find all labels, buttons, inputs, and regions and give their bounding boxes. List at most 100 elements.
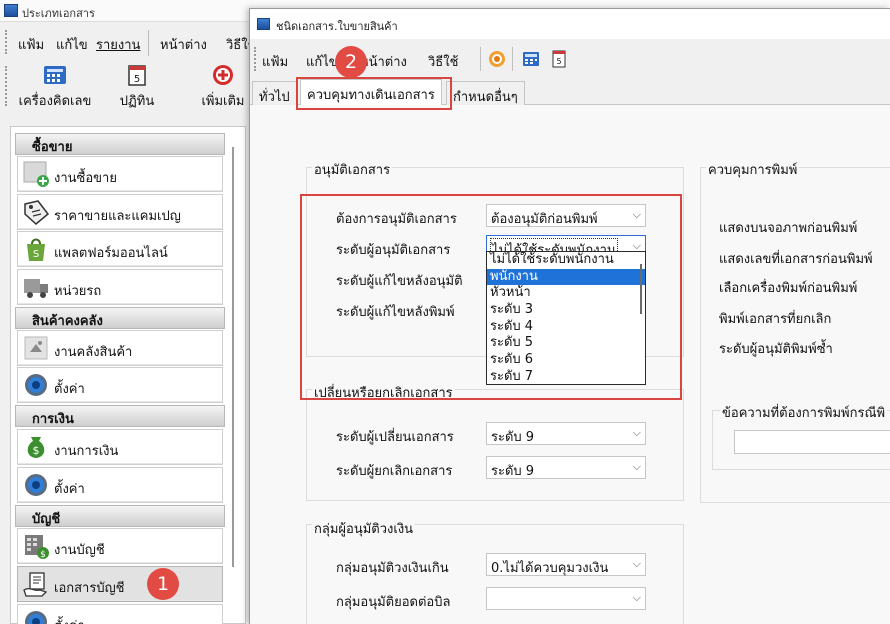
svg-text:$: $ bbox=[33, 444, 40, 457]
nav-item-price-campaign[interactable]: ราคาขายและแคมเปญ bbox=[17, 194, 223, 230]
credit-approval-group-title: กลุ่มผู้อนุมัติวงเงิน bbox=[312, 518, 416, 539]
settings-icon bbox=[25, 611, 47, 624]
nav-item-label: งานคลังสินค้า bbox=[54, 345, 133, 360]
svg-text:5: 5 bbox=[556, 57, 561, 66]
document-hand-icon bbox=[23, 572, 48, 597]
doc-titlebar: ชนิดเอกสาร.ใบขายสินค้า bbox=[250, 9, 890, 39]
nav-scrollbar-thumb[interactable] bbox=[232, 147, 234, 567]
menu-report[interactable]: รายงาน bbox=[96, 34, 140, 55]
more-label: เพิ่มเติม bbox=[201, 94, 245, 109]
calendar-icon: 5 bbox=[128, 65, 146, 86]
nav-item-sales-work[interactable]: งานซื้อขาย bbox=[17, 156, 223, 192]
tab-other-settings[interactable]: กำหนดอื่นๆ bbox=[446, 81, 525, 105]
nav-item-label: ตั้งค่า bbox=[54, 382, 85, 397]
nav-item-label: ราคาขายและแคมเปญ bbox=[54, 209, 181, 224]
menu-edit[interactable]: แก้ไข bbox=[56, 34, 88, 55]
menu-file[interactable]: แฟ้ม bbox=[18, 34, 44, 55]
menu-separator bbox=[148, 30, 149, 56]
nav-item-label: ตั้งค่า bbox=[54, 615, 85, 624]
tab-content: อนุมัติเอกสาร ต้องการอนุมัติเอกสาร ต้องอ… bbox=[250, 105, 890, 624]
main-toolbar: เครื่องคิดเลข 5 ปฏิทิน เพิ่มเติม bbox=[0, 62, 260, 114]
app-icon bbox=[257, 18, 270, 30]
doc-menu-edit[interactable]: แก้ไข bbox=[306, 51, 338, 72]
nav-panel: ซื้อขาย งานซื้อขาย ราคาขายและแคมเปญ S แพ… bbox=[10, 126, 246, 624]
ledger-icon: $ bbox=[25, 535, 49, 560]
menu-window[interactable]: หน้าต่าง bbox=[160, 34, 207, 55]
credit-over-label: กลุ่มอนุมัติวงเงินเกิน bbox=[336, 561, 449, 576]
document-type-window: ชนิดเอกสาร.ใบขายสินค้า แฟ้ม แก้ไข หน้าต่… bbox=[249, 8, 890, 624]
print-message-input[interactable] bbox=[734, 430, 890, 454]
calendar-button[interactable]: 5 ปฏิทิน bbox=[112, 62, 162, 112]
nav-item-truck-unit[interactable]: หน่วยรถ bbox=[17, 269, 223, 305]
calendar-label: ปฏิทิน bbox=[119, 94, 155, 109]
calculator-icon[interactable] bbox=[522, 50, 540, 68]
doc-window-title: ชนิดเอกสาร.ใบขายสินค้า bbox=[276, 20, 398, 33]
approve-group-title: อนุมัติเอกสาร bbox=[312, 159, 393, 180]
menubar-grip[interactable] bbox=[254, 47, 258, 71]
highlight-tab-box bbox=[296, 77, 452, 110]
menu-separator bbox=[512, 47, 513, 71]
change-level-value: ระดับ 9 bbox=[491, 430, 535, 445]
nav-item-label: ตั้งค่า bbox=[54, 482, 85, 497]
calendar-icon[interactable]: 5 bbox=[550, 50, 568, 68]
cancel-level-combo[interactable]: ระดับ 9 ⌵ bbox=[486, 456, 646, 479]
highlight-approve-box bbox=[300, 194, 682, 400]
nav-item-label: หน่วยรถ bbox=[54, 284, 102, 299]
print-control-row: แสดงบนจอภาพก่อนพิมพ์ bbox=[719, 221, 858, 236]
toolbar-grip[interactable] bbox=[5, 66, 9, 106]
app-icon bbox=[4, 4, 18, 17]
nav-item-label: แพลตฟอร์มออนไลน์ bbox=[54, 246, 168, 261]
main-menubar: แฟ้ม แก้ไข รายงาน หน้าต่าง วิธีใช้ bbox=[0, 24, 260, 62]
print-message-label: ข้อความที่ต้องการพิมพ์กรณีพิ bbox=[720, 402, 888, 423]
print-control-row: แสดงเลขที่เอกสารก่อนพิมพ์ bbox=[719, 252, 873, 267]
menubar-grip[interactable] bbox=[5, 30, 9, 54]
chevron-down-icon[interactable]: ⌵ bbox=[633, 591, 641, 605]
more-button[interactable]: เพิ่มเติม bbox=[190, 62, 256, 112]
print-control-row: เลือกเครื่องพิมพ์ก่อนพิมพ์ bbox=[719, 281, 858, 296]
nav-group-finance-header[interactable]: การเงิน bbox=[15, 405, 225, 427]
nav-item-accounting-documents[interactable]: เอกสารบัญชี bbox=[17, 566, 223, 602]
doc-menu-window[interactable]: หน้าต่าง bbox=[360, 51, 407, 72]
main-window-title: ประเภทเอกสาร bbox=[22, 7, 95, 20]
tab-general[interactable]: ทั่วไป bbox=[252, 81, 297, 105]
nav-item-finance-work[interactable]: $ งานการเงิน bbox=[17, 429, 223, 465]
settings-icon bbox=[25, 474, 47, 496]
calculator-icon bbox=[44, 66, 66, 84]
sales-icon bbox=[23, 161, 49, 187]
nav-item-online-platform[interactable]: S แพลตฟอร์มออนไลน์ bbox=[17, 231, 223, 267]
nav-item-inventory-settings[interactable]: ตั้งค่า bbox=[17, 367, 223, 403]
nav-group-sales-header[interactable]: ซื้อขาย bbox=[15, 133, 225, 155]
credit-over-combo[interactable]: 0.ไม่ได้ควบคุมวงเงิน ⌵ bbox=[486, 553, 646, 576]
doc-menu-file[interactable]: แฟ้ม bbox=[262, 51, 288, 72]
menu-separator bbox=[480, 47, 481, 71]
nav-item-accounting-work[interactable]: $ งานบัญชี bbox=[17, 528, 223, 564]
add-icon bbox=[213, 65, 233, 85]
nav-item-warehouse-work[interactable]: งานคลังสินค้า bbox=[17, 330, 223, 366]
calculator-button[interactable]: เครื่องคิดเลข bbox=[14, 62, 96, 112]
chevron-down-icon[interactable]: ⌵ bbox=[633, 557, 641, 571]
price-tag-icon bbox=[24, 200, 50, 225]
target-icon[interactable] bbox=[488, 50, 506, 68]
money-bag-icon: $ bbox=[27, 437, 45, 458]
truck-icon bbox=[24, 279, 48, 298]
step-badge-2: 2 bbox=[335, 46, 367, 78]
svg-text:$: $ bbox=[40, 550, 46, 560]
chevron-down-icon[interactable]: ⌵ bbox=[633, 426, 641, 440]
print-control-group-title: ควบคุมการพิมพ์ bbox=[706, 159, 800, 180]
doc-menu-help[interactable]: วิธีใช้ bbox=[428, 51, 458, 72]
nav-item-finance-settings[interactable]: ตั้งค่า bbox=[17, 467, 223, 503]
chevron-down-icon[interactable]: ⌵ bbox=[633, 460, 641, 474]
cancel-level-label: ระดับผู้ยกเลิกเอกสาร bbox=[336, 464, 453, 479]
change-level-combo[interactable]: ระดับ 9 ⌵ bbox=[486, 422, 646, 445]
nav-scrollbar[interactable] bbox=[229, 133, 237, 619]
nav-item-accounting-settings[interactable]: ตั้งค่า bbox=[17, 604, 223, 624]
nav-item-label: เอกสารบัญชี bbox=[54, 581, 125, 596]
nav-group-inventory-header[interactable]: สินค้าคงคลัง bbox=[15, 307, 225, 329]
warehouse-icon bbox=[24, 336, 48, 360]
credit-per-bill-combo[interactable]: ⌵ bbox=[486, 587, 646, 610]
settings-icon bbox=[25, 374, 47, 396]
svg-text:5: 5 bbox=[134, 74, 140, 85]
nav-group-accounting-header[interactable]: บัญชี bbox=[15, 505, 225, 527]
cancel-level-value: ระดับ 9 bbox=[491, 464, 535, 479]
print-control-row: พิมพ์เอกสารที่ยกเลิก bbox=[719, 312, 832, 327]
